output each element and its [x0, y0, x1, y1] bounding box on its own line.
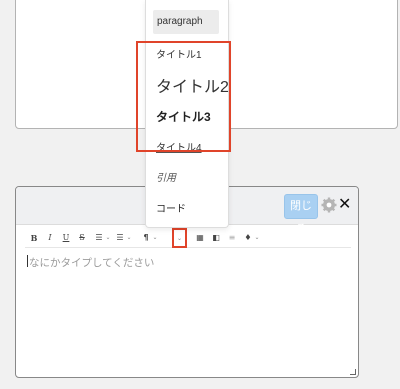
bold-icon[interactable]: B	[29, 230, 39, 246]
chevron-down-icon[interactable]: ⌄	[152, 230, 158, 246]
color-icon[interactable]: ♦	[243, 230, 253, 246]
paragraph-icon[interactable]: ¶	[141, 230, 151, 246]
ordered-list-icon[interactable]: ☰	[115, 230, 125, 246]
menu-item-code[interactable]: コード	[156, 200, 186, 215]
strikethrough-icon[interactable]: S	[77, 230, 87, 246]
close-button[interactable]: 閉じる	[284, 194, 318, 235]
gear-icon[interactable]	[321, 197, 337, 213]
chevron-down-icon[interactable]: ⌄	[176, 231, 183, 247]
editor-placeholder: なにかタイプしてください	[29, 257, 155, 269]
resize-handle[interactable]	[350, 369, 356, 375]
bullet-list-icon[interactable]: ☰	[94, 230, 104, 246]
image-icon[interactable]: ◧	[211, 230, 221, 246]
title-options-highlight	[136, 41, 231, 152]
text-caret	[27, 255, 28, 267]
chevron-down-icon[interactable]: ⌄	[126, 230, 132, 246]
table-icon[interactable]: ▦	[195, 230, 205, 246]
chevron-down-icon[interactable]: ⌄	[254, 230, 260, 246]
underline-icon[interactable]: U	[61, 230, 71, 246]
heading-dropdown-toggle[interactable]: ⌄	[172, 228, 187, 248]
menu-item-quote[interactable]: 引用	[156, 169, 176, 184]
chevron-down-icon[interactable]: ⌄	[105, 230, 111, 246]
menu-item-paragraph[interactable]: paragraph	[153, 10, 219, 34]
align-icon[interactable]: ≡	[227, 230, 237, 246]
editor-text-area[interactable]: なにかタイプしてください	[25, 249, 351, 373]
editor-toolbar: B I U S ☰ ⌄ ☰ ⌄ ¶ ⌄ ⌄ ▦ ◧ ≡ ♦ ⌄	[25, 228, 351, 248]
close-icon[interactable]: ✕	[338, 194, 351, 214]
italic-icon[interactable]: I	[45, 230, 55, 246]
